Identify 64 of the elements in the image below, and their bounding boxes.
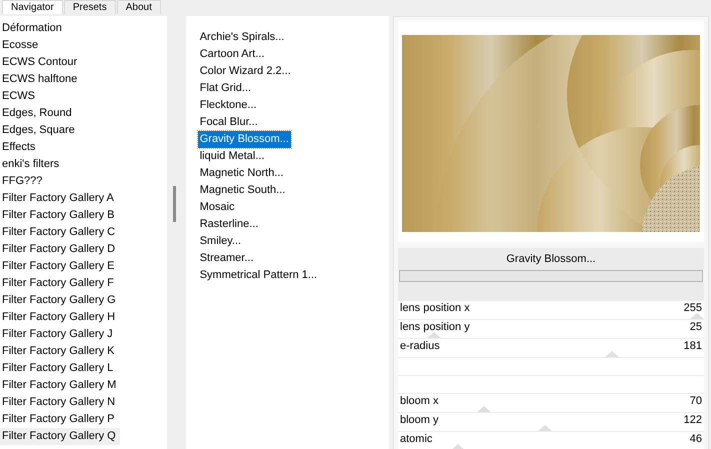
category-item[interactable]: Edges, Round xyxy=(0,105,76,122)
category-item[interactable]: Filter Factory Gallery K xyxy=(0,343,118,360)
category-item[interactable]: Filter Factory Gallery H xyxy=(0,309,120,326)
category-item[interactable]: ECWS halftone xyxy=(0,71,82,88)
category-item[interactable]: Effects xyxy=(0,139,40,156)
parameter-label: e-radius xyxy=(400,340,440,352)
filter-item[interactable]: Smiley... xyxy=(198,233,244,250)
filter-item[interactable]: Flat Grid... xyxy=(198,80,254,97)
filter-item[interactable]: liquid Metal... xyxy=(198,148,267,165)
scroll-thumb[interactable] xyxy=(172,186,176,222)
category-item[interactable]: Filter Factory Gallery J xyxy=(0,326,117,343)
parameter-slider[interactable]: bloom y 122 xyxy=(398,413,704,431)
tab[interactable]: Navigator xyxy=(2,0,63,14)
category-item[interactable]: Filter Factory Gallery E xyxy=(0,258,118,275)
tab[interactable]: Presets xyxy=(64,0,116,14)
parameter-slider[interactable]: lens position y 25 xyxy=(398,320,704,338)
category-item[interactable]: FFG??? xyxy=(0,173,46,190)
filter-item[interactable]: Color Wizard 2.2... xyxy=(198,63,293,80)
category-item[interactable]: Edges, Square xyxy=(0,122,79,139)
filter-item[interactable]: Magnetic North... xyxy=(198,165,286,182)
category-item[interactable]: Filter Factory Gallery C xyxy=(0,224,120,241)
tab[interactable]: About xyxy=(116,0,161,14)
category-item[interactable]: Filter Factory Gallery M xyxy=(0,377,120,394)
parameter-label: atomic xyxy=(400,432,432,444)
category-item[interactable]: Ecosse xyxy=(0,37,42,54)
parameter-label: bloom y xyxy=(400,414,439,426)
filter-item[interactable]: Symmetrical Pattern 1... xyxy=(198,267,320,284)
category-item[interactable]: Filter Factory Gallery D xyxy=(0,241,120,258)
parameter-label: lens position y xyxy=(400,320,470,332)
category-item[interactable]: Filter Factory Gallery B xyxy=(0,207,118,224)
category-item[interactable]: Filter Factory Gallery Q xyxy=(0,428,120,445)
parameter-value: 122 xyxy=(684,414,702,426)
parameter-label: lens position x xyxy=(400,302,470,314)
category-item[interactable]: ECWS Contour xyxy=(0,54,82,71)
parameter-value: 181 xyxy=(684,340,702,352)
parameter-value: 70 xyxy=(690,394,702,406)
category-item[interactable]: enki's filters xyxy=(0,156,64,173)
category-item[interactable]: Déformation xyxy=(0,20,66,37)
category-item[interactable]: Filter Factory Gallery P xyxy=(0,411,118,428)
parameter-value: 46 xyxy=(690,432,702,444)
category-item[interactable]: Filter Factory Gallery F xyxy=(0,275,118,292)
parameter-value: 25 xyxy=(690,320,702,332)
filter-item[interactable]: Flecktone... xyxy=(198,97,259,114)
filter-item[interactable]: Magnetic South... xyxy=(198,182,288,199)
category-item[interactable]: Filter Factory Gallery G xyxy=(0,292,120,309)
filter-item[interactable]: Archie's Spirals... xyxy=(198,29,286,46)
parameter-value: 255 xyxy=(684,302,702,314)
category-item[interactable]: Filter Factory Gallery N xyxy=(0,394,120,411)
parameter-slider[interactable]: bloom x 70 xyxy=(398,394,704,412)
filter-item[interactable]: Mosaic xyxy=(198,199,237,216)
filter-item[interactable]: Focal Blur... xyxy=(198,114,260,131)
parameter-slider[interactable]: lens position x 255 xyxy=(398,301,704,319)
category-item[interactable]: Filter Factory Gallery L xyxy=(0,360,118,377)
filter-name-button[interactable]: Gravity Blossom... xyxy=(398,248,704,270)
parameter-slider[interactable]: atomic 46 xyxy=(398,432,704,449)
slider-thumb[interactable] xyxy=(450,444,465,449)
filter-item[interactable]: Rasterline... xyxy=(198,216,260,233)
filter-item[interactable]: Cartoon Art... xyxy=(198,46,267,63)
filter-item[interactable]: Streamer... xyxy=(198,250,256,267)
parameter-slider[interactable]: e-radius 181 xyxy=(398,339,704,357)
parameter-label: bloom x xyxy=(400,394,439,406)
category-item[interactable]: ECWS xyxy=(0,88,39,105)
filter-item[interactable]: Gravity Blossom... xyxy=(198,131,291,148)
category-item[interactable]: Filter Factory Gallery A xyxy=(0,190,118,207)
